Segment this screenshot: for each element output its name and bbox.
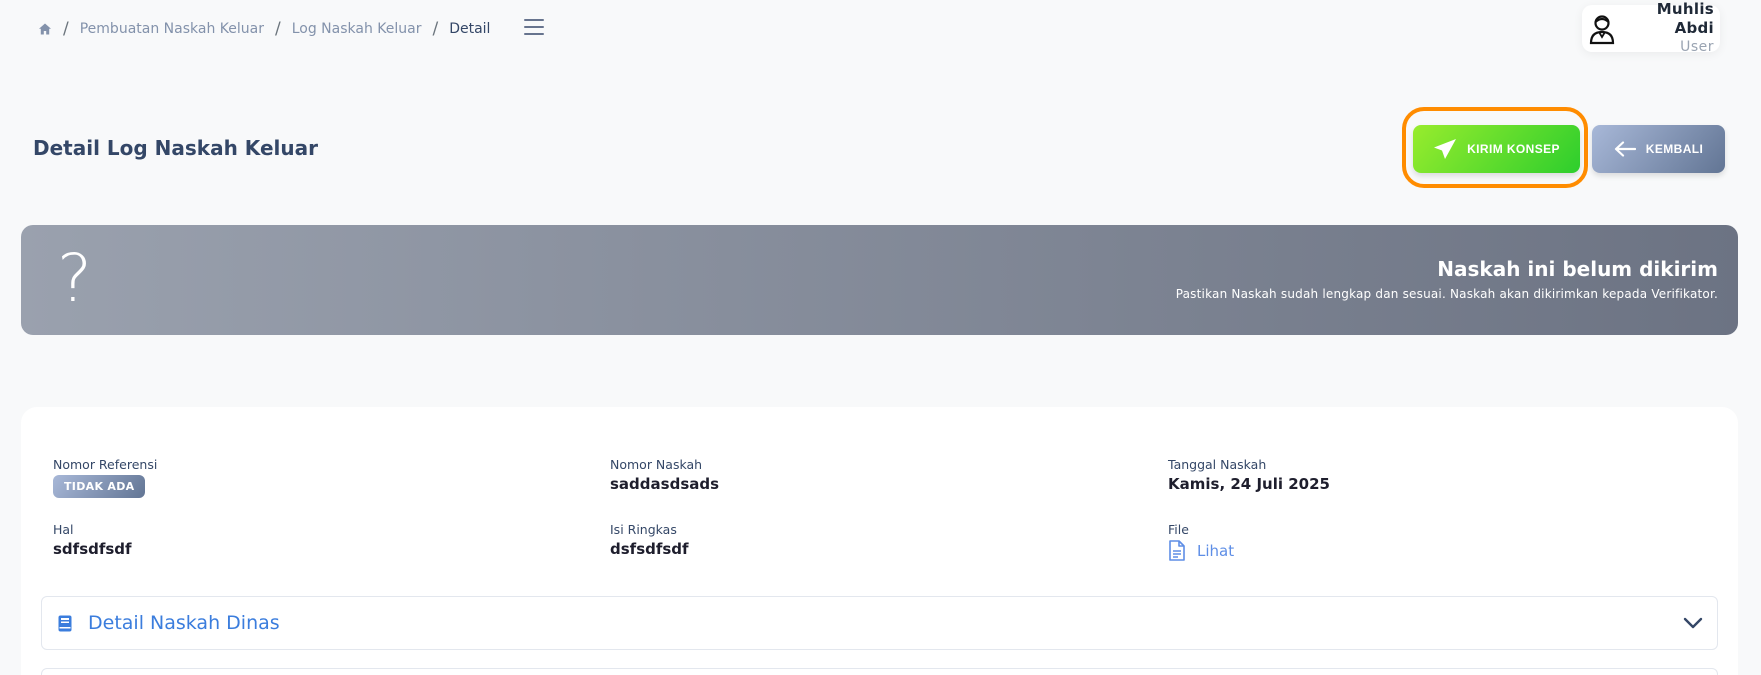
field-isi-ringkas: Isi Ringkas dsfsdfsdf (610, 522, 689, 558)
question-mark-icon: ? (57, 240, 93, 317)
breadcrumb-item-log-naskah-keluar[interactable]: Log Naskah Keluar (292, 21, 422, 37)
breadcrumb-separator: / (63, 18, 69, 39)
field-value: sdfsdfsdf (53, 540, 132, 558)
user-role: User (1680, 39, 1714, 55)
field-label: Tanggal Naskah (1168, 457, 1267, 472)
field-label: Hal (53, 522, 74, 537)
chevron-down-icon[interactable] (1683, 617, 1703, 629)
banner-title: Naskah ini belum dikirim (1437, 257, 1718, 281)
accordion-detail-naskah-dinas[interactable]: Detail Naskah Dinas (41, 596, 1718, 650)
user-avatar-icon (1588, 13, 1616, 45)
field-hal: Hal sdfsdfsdf (53, 522, 132, 558)
field-label: File (1168, 522, 1189, 537)
kembali-label: KEMBALI (1645, 142, 1704, 156)
field-label: Nomor Referensi (53, 457, 158, 472)
kembali-button[interactable]: KEMBALI (1592, 125, 1725, 173)
arrow-left-icon (1614, 141, 1636, 157)
field-value: Kamis, 24 Juli 2025 (1168, 475, 1330, 493)
user-menu[interactable]: Muhlis Abdi User (1582, 0, 1720, 55)
detail-card: Nomor Referensi TIDAK ADA Nomor Naskah s… (21, 407, 1738, 675)
field-label: Nomor Naskah (610, 457, 703, 472)
status-badge: TIDAK ADA (53, 475, 146, 498)
breadcrumb-item-pembuatan-naskah-keluar[interactable]: Pembuatan Naskah Keluar (80, 21, 264, 37)
field-value: saddasdsads (610, 475, 720, 493)
file-view-link[interactable]: Lihat (1168, 540, 1234, 561)
field-nomor-referensi: Nomor Referensi TIDAK ADA (53, 457, 157, 498)
field-tanggal-naskah: Tanggal Naskah Kamis, 24 Juli 2025 (1168, 457, 1330, 493)
breadcrumb-separator: / (432, 18, 439, 39)
user-name: Muhlis Abdi (1656, 0, 1714, 37)
document-icon (1168, 540, 1185, 561)
field-value: dsfsdfsdf (610, 540, 689, 558)
accordion-title: Detail Naskah Dinas (88, 612, 280, 634)
file-link-label: Lihat (1197, 541, 1235, 560)
home-icon[interactable] (38, 22, 52, 36)
menu-icon[interactable] (524, 19, 544, 35)
breadcrumb-item-detail: Detail (449, 21, 491, 37)
breadcrumb-separator: / (274, 18, 281, 39)
user-info: Muhlis Abdi User (1616, 0, 1714, 57)
field-nomor-naskah: Nomor Naskah saddasdsads (610, 457, 719, 493)
page-title: Detail Log Naskah Keluar (33, 136, 318, 160)
field-file: File Lihat (1168, 522, 1234, 561)
paper-plane-icon (1433, 138, 1457, 160)
kirim-konsep-label: KIRIM KONSEP (1467, 142, 1560, 156)
book-icon (58, 615, 72, 632)
banner-subtitle: Pastikan Naskah sudah lengkap dan sesuai… (1175, 287, 1718, 301)
breadcrumb: / Pembuatan Naskah Keluar / Log Naskah K… (38, 17, 490, 41)
field-label: Isi Ringkas (610, 522, 677, 537)
status-banner: ? Naskah ini belum dikirim Pastikan Nask… (21, 225, 1738, 335)
accordion-next[interactable] (41, 668, 1718, 675)
kirim-konsep-button[interactable]: KIRIM KONSEP (1413, 125, 1580, 173)
